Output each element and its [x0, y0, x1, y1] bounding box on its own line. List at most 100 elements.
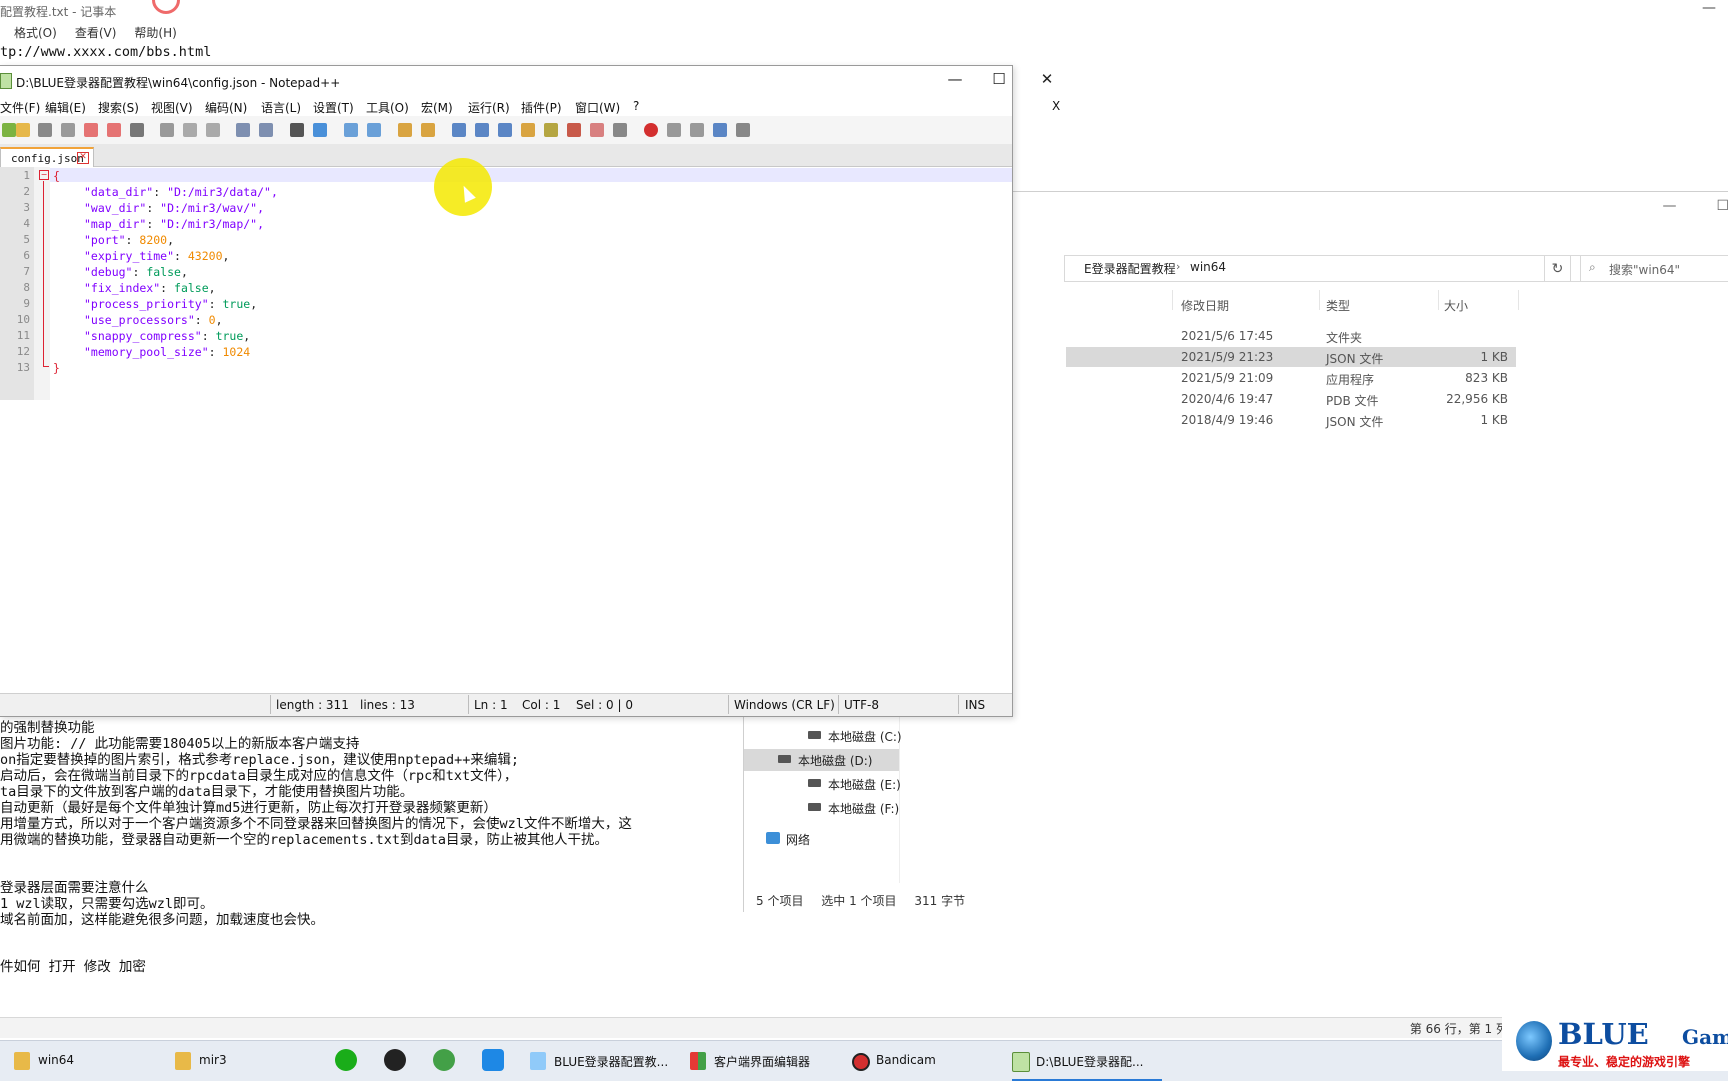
maximize-button[interactable]: ☐: [988, 70, 1010, 90]
zoom-in-icon[interactable]: [344, 123, 358, 137]
taskbar-item-client-ui-editor[interactable]: 客户端界面编辑器: [690, 1041, 840, 1081]
status-eol[interactable]: Windows (CR LF): [734, 698, 835, 712]
menu-run[interactable]: 运行(R): [468, 99, 510, 116]
close-all-icon[interactable]: [107, 123, 121, 137]
run-macro-multiple-icon[interactable]: [713, 123, 727, 137]
notepadpp-titlebar[interactable]: D:\BLUE登录器配置教程\win64\config.json - Notep…: [0, 66, 1053, 96]
notepad-menu-format[interactable]: 格式(O): [14, 24, 57, 42]
menu-encoding[interactable]: 编码(N): [205, 99, 247, 116]
qq-icon[interactable]: [384, 1049, 406, 1071]
tree-item-drive-d[interactable]: 本地磁盘 (D:): [744, 749, 899, 771]
folder-workspace-icon[interactable]: [590, 123, 604, 137]
breadcrumb-current[interactable]: win64: [1190, 260, 1226, 274]
notepad-menu-view[interactable]: 查看(V): [75, 24, 117, 42]
undo-icon[interactable]: [236, 123, 250, 137]
doc-map-icon[interactable]: [544, 123, 558, 137]
file-row[interactable]: 2020/4/6 19:47 PDB 文件 22,956 KB: [1066, 389, 1516, 409]
copy-icon[interactable]: [183, 123, 197, 137]
save-macro-icon[interactable]: [736, 123, 750, 137]
menu-language[interactable]: 语言(L): [261, 99, 301, 116]
open-file-icon[interactable]: [16, 123, 30, 137]
sync-vertical-icon[interactable]: [398, 123, 412, 137]
menu-help[interactable]: ?: [633, 99, 639, 113]
menu-settings[interactable]: 设置(T): [313, 99, 354, 116]
refresh-button[interactable]: ↻: [1544, 255, 1571, 282]
taskbar-item-mir3[interactable]: mir3: [175, 1041, 317, 1081]
save-all-icon[interactable]: [61, 123, 75, 137]
close-button[interactable]: ✕: [1036, 70, 1058, 90]
save-icon[interactable]: [38, 123, 52, 137]
zoom-out-icon[interactable]: [367, 123, 381, 137]
fold-toggle-icon[interactable]: −: [39, 170, 49, 180]
notepad-minimize-button[interactable]: —: [1702, 0, 1716, 16]
json-key: "use_processors": [84, 313, 195, 327]
redo-icon[interactable]: [259, 123, 273, 137]
code-editor[interactable]: 1 2 3 4 5 6 7 8 9 10 11 12 13 − { "data_…: [0, 167, 1012, 400]
breadcrumb-folder[interactable]: E登录器配置教程: [1084, 260, 1176, 277]
file-row-selected[interactable]: 2021/5/9 21:23 JSON 文件 1 KB: [1066, 347, 1516, 367]
cut-icon[interactable]: [160, 123, 174, 137]
close-document-button[interactable]: X: [1052, 99, 1060, 113]
fold-margin[interactable]: −: [34, 167, 50, 400]
menu-edit[interactable]: 编辑(E): [45, 99, 86, 116]
editor-empty-area[interactable]: [0, 400, 1012, 693]
bandicam-icon: [852, 1053, 870, 1071]
replace-icon[interactable]: [313, 123, 327, 137]
json-key: "data_dir": [84, 185, 154, 199]
notepad-menu-help[interactable]: 帮助(H): [134, 24, 176, 42]
paste-icon[interactable]: [206, 123, 220, 137]
file-row[interactable]: 2021/5/6 17:45 文件夹: [1064, 326, 1404, 346]
column-header-type[interactable]: 类型: [1326, 297, 1350, 314]
sync-horizontal-icon[interactable]: [421, 123, 435, 137]
menu-window[interactable]: 窗口(W): [575, 99, 620, 116]
menu-macro[interactable]: 宏(M): [421, 99, 453, 116]
taskbar-item-notepadpp[interactable]: D:\BLUE登录器配...: [1012, 1041, 1162, 1081]
maximize-icon[interactable]: ☐: [1716, 198, 1728, 214]
menu-plugins[interactable]: 插件(P): [521, 99, 562, 116]
search-input[interactable]: ⌕ 搜索"win64": [1580, 255, 1728, 282]
column-header-date[interactable]: 修改日期: [1181, 297, 1229, 314]
menu-tools[interactable]: 工具(O): [366, 99, 409, 116]
column-divider[interactable]: [1518, 290, 1519, 310]
status-encoding[interactable]: UTF-8: [844, 698, 879, 712]
menu-search[interactable]: 搜索(S): [98, 99, 139, 116]
stop-macro-icon[interactable]: [667, 123, 681, 137]
tab-config-json[interactable]: config.json ✕: [0, 147, 94, 168]
indent-guide-icon[interactable]: [498, 123, 512, 137]
close-file-icon[interactable]: [84, 123, 98, 137]
new-file-icon[interactable]: [2, 123, 16, 137]
word-wrap-icon[interactable]: [452, 123, 466, 137]
record-macro-icon[interactable]: [644, 123, 658, 137]
user-language-icon[interactable]: [521, 123, 535, 137]
monitoring-icon[interactable]: [613, 123, 627, 137]
print-icon[interactable]: [130, 123, 144, 137]
json-value: "D:/mir3/map/",: [160, 217, 265, 231]
taskbar-item-blue-tutorial[interactable]: BLUE登录器配置教...: [530, 1041, 678, 1081]
tree-item-drive-f[interactable]: 本地磁盘 (F:): [774, 797, 934, 819]
column-divider[interactable]: [1172, 290, 1173, 310]
tree-item-network[interactable]: 网络: [766, 828, 926, 850]
menu-view[interactable]: 视图(V): [151, 99, 193, 116]
column-divider[interactable]: [1319, 290, 1320, 310]
file-row[interactable]: 2021/5/9 21:09 应用程序 823 KB: [1066, 368, 1516, 388]
minimize-icon[interactable]: —: [1662, 198, 1676, 214]
taskbar-item-bandicam[interactable]: Bandicam: [852, 1041, 992, 1081]
column-divider[interactable]: [1438, 290, 1439, 310]
find-icon[interactable]: [290, 123, 304, 137]
column-header-size[interactable]: 大小: [1444, 297, 1468, 314]
pin-tool-icon[interactable]: [482, 1049, 504, 1071]
function-list-icon[interactable]: [567, 123, 581, 137]
browser-icon[interactable]: [433, 1049, 455, 1071]
tab-close-icon[interactable]: ✕: [77, 152, 89, 164]
file-row[interactable]: 2018/4/9 19:46 JSON 文件 1 KB: [1066, 410, 1516, 430]
taskbar-item-win64[interactable]: win64: [14, 1041, 156, 1081]
tree-item-drive-e[interactable]: 本地磁盘 (E:): [774, 773, 934, 795]
play-macro-icon[interactable]: [690, 123, 704, 137]
show-all-chars-icon[interactable]: [475, 123, 489, 137]
tree-item-drive-c[interactable]: 本地磁盘 (C:): [774, 725, 934, 747]
menu-file[interactable]: 文件(F): [0, 99, 40, 116]
file-size: 22,956 KB: [1446, 392, 1508, 406]
minimize-button[interactable]: —: [944, 70, 966, 90]
wechat-icon[interactable]: [335, 1049, 357, 1071]
tree-item-label: 本地磁盘 (F:): [828, 802, 900, 816]
